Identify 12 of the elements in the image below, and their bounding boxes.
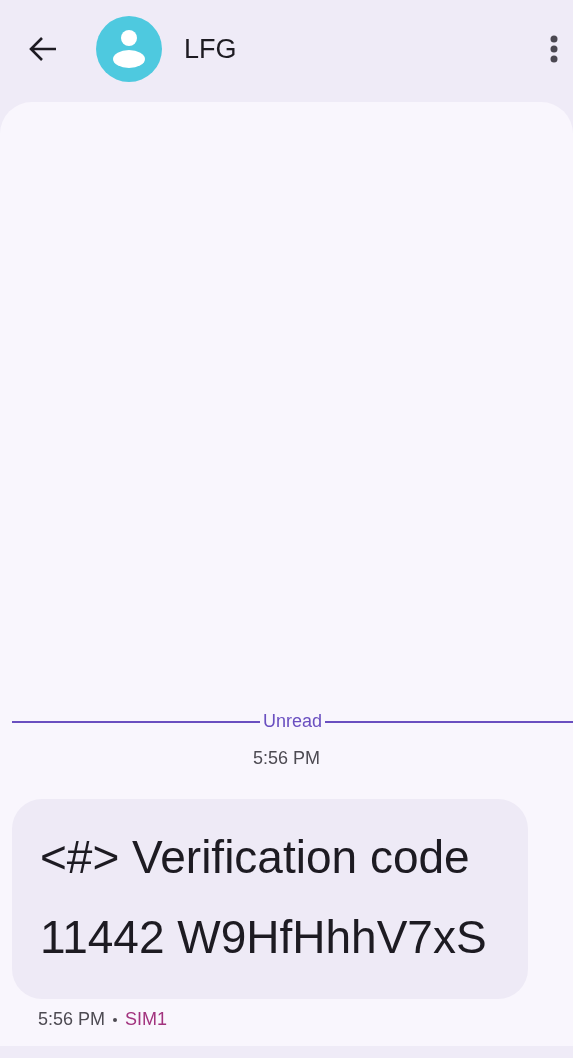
more-options-icon [549,34,559,64]
back-button[interactable] [28,35,58,63]
separator-dot [113,1017,118,1022]
unread-divider-label: Unread [263,711,323,732]
person-icon [111,30,147,68]
sim-label: SIM1 [125,1009,168,1030]
message-time: 5:56 PM [38,1009,106,1030]
contact-name: LFG [184,33,238,65]
timestamp: 5:56 PM [252,748,320,769]
more-options-button[interactable] [549,34,559,64]
message-bubble: <#> Verification code 11442 W9HfHhhV7xS [12,799,528,999]
back-arrow-icon [28,35,58,63]
